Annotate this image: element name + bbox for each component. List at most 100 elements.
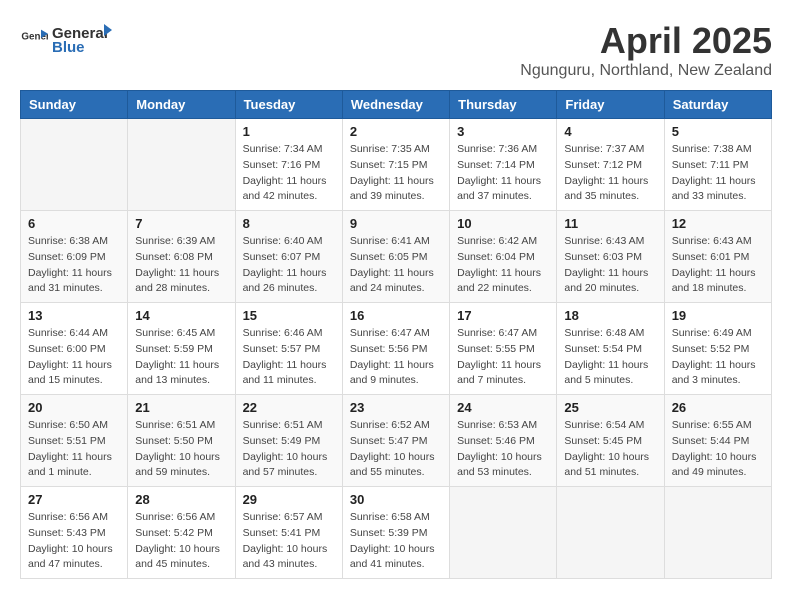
calendar-cell: 7 Sunrise: 6:39 AMSunset: 6:08 PMDaylight… — [128, 211, 235, 303]
logo-svg: General Blue — [52, 20, 112, 56]
calendar-cell: 13Sunrise: 6:44 AMSunset: 6:00 PMDayligh… — [21, 303, 128, 395]
day-number: 15 — [243, 308, 335, 323]
calendar-cell: 18Sunrise: 6:48 AMSunset: 5:54 PMDayligh… — [557, 303, 664, 395]
day-number: 7 — [135, 216, 227, 231]
calendar-cell: 2 Sunrise: 7:35 AMSunset: 7:15 PMDaylight… — [342, 119, 449, 211]
calendar-cell: 9 Sunrise: 6:41 AMSunset: 6:05 PMDaylight… — [342, 211, 449, 303]
day-number: 14 — [135, 308, 227, 323]
calendar-cell — [664, 487, 771, 579]
calendar-cell: 27 Sunrise: 6:56 AMSunset: 5:43 PMDayligh… — [21, 487, 128, 579]
title-area: April 2025 Ngunguru, Northland, New Zeal… — [520, 20, 772, 80]
calendar-cell: 19 Sunrise: 6:49 AMSunset: 5:52 PMDayligh… — [664, 303, 771, 395]
day-detail: Sunrise: 7:37 AMSunset: 7:12 PMDaylight:… — [564, 142, 656, 205]
day-detail: Sunrise: 6:38 AMSunset: 6:09 PMDaylight:… — [28, 234, 120, 297]
day-number: 10 — [457, 216, 549, 231]
calendar-cell — [21, 119, 128, 211]
calendar-cell: 24Sunrise: 6:53 AMSunset: 5:46 PMDayligh… — [450, 395, 557, 487]
day-detail: Sunrise: 6:42 AMSunset: 6:04 PMDaylight:… — [457, 234, 549, 297]
day-detail: Sunrise: 6:51 AMSunset: 5:49 PMDaylight:… — [243, 418, 335, 481]
day-number: 5 — [672, 124, 764, 139]
day-number: 9 — [350, 216, 442, 231]
day-number: 22 — [243, 400, 335, 415]
calendar-header-row: SundayMondayTuesdayWednesdayThursdayFrid… — [21, 91, 772, 119]
calendar-cell: 26Sunrise: 6:55 AMSunset: 5:44 PMDayligh… — [664, 395, 771, 487]
calendar-cell: 30 Sunrise: 6:58 AMSunset: 5:39 PMDayligh… — [342, 487, 449, 579]
calendar-cell: 5 Sunrise: 7:38 AMSunset: 7:11 PMDaylight… — [664, 119, 771, 211]
day-number: 27 — [28, 492, 120, 507]
day-detail: Sunrise: 7:36 AMSunset: 7:14 PMDaylight:… — [457, 142, 549, 205]
calendar-cell: 11Sunrise: 6:43 AMSunset: 6:03 PMDayligh… — [557, 211, 664, 303]
day-number: 17 — [457, 308, 549, 323]
day-number: 12 — [672, 216, 764, 231]
weekday-header: Thursday — [450, 91, 557, 119]
day-number: 13 — [28, 308, 120, 323]
day-detail: Sunrise: 6:54 AMSunset: 5:45 PMDaylight:… — [564, 418, 656, 481]
weekday-header: Sunday — [21, 91, 128, 119]
day-number: 16 — [350, 308, 442, 323]
day-number: 21 — [135, 400, 227, 415]
day-number: 1 — [243, 124, 335, 139]
day-detail: Sunrise: 6:49 AMSunset: 5:52 PMDaylight:… — [672, 326, 764, 389]
calendar-cell: 16 Sunrise: 6:47 AMSunset: 5:56 PMDayligh… — [342, 303, 449, 395]
day-number: 28 — [135, 492, 227, 507]
logo: General General Blue — [20, 20, 112, 56]
calendar-cell — [128, 119, 235, 211]
day-detail: Sunrise: 6:53 AMSunset: 5:46 PMDaylight:… — [457, 418, 549, 481]
day-detail: Sunrise: 7:38 AMSunset: 7:11 PMDaylight:… — [672, 142, 764, 205]
day-detail: Sunrise: 6:56 AMSunset: 5:42 PMDaylight:… — [135, 510, 227, 573]
calendar-cell: 3 Sunrise: 7:36 AMSunset: 7:14 PMDaylight… — [450, 119, 557, 211]
calendar-cell: 6Sunrise: 6:38 AMSunset: 6:09 PMDaylight… — [21, 211, 128, 303]
calendar-cell: 28 Sunrise: 6:56 AMSunset: 5:42 PMDayligh… — [128, 487, 235, 579]
day-number: 2 — [350, 124, 442, 139]
logo-icon: General — [20, 24, 48, 52]
calendar-week-row: 20Sunrise: 6:50 AMSunset: 5:51 PMDayligh… — [21, 395, 772, 487]
svg-text:Blue: Blue — [52, 39, 85, 56]
day-detail: Sunrise: 6:43 AMSunset: 6:01 PMDaylight:… — [672, 234, 764, 297]
calendar-cell: 12 Sunrise: 6:43 AMSunset: 6:01 PMDayligh… — [664, 211, 771, 303]
day-number: 4 — [564, 124, 656, 139]
day-detail: Sunrise: 6:58 AMSunset: 5:39 PMDaylight:… — [350, 510, 442, 573]
weekday-header: Friday — [557, 91, 664, 119]
day-detail: Sunrise: 6:43 AMSunset: 6:03 PMDaylight:… — [564, 234, 656, 297]
calendar-cell: 17 Sunrise: 6:47 AMSunset: 5:55 PMDayligh… — [450, 303, 557, 395]
calendar-cell: 14Sunrise: 6:45 AMSunset: 5:59 PMDayligh… — [128, 303, 235, 395]
calendar-cell: 23Sunrise: 6:52 AMSunset: 5:47 PMDayligh… — [342, 395, 449, 487]
day-detail: Sunrise: 6:47 AMSunset: 5:56 PMDaylight:… — [350, 326, 442, 389]
day-detail: Sunrise: 6:50 AMSunset: 5:51 PMDaylight:… — [28, 418, 120, 481]
calendar-week-row: 13Sunrise: 6:44 AMSunset: 6:00 PMDayligh… — [21, 303, 772, 395]
day-detail: Sunrise: 6:47 AMSunset: 5:55 PMDaylight:… — [457, 326, 549, 389]
day-number: 18 — [564, 308, 656, 323]
day-detail: Sunrise: 6:46 AMSunset: 5:57 PMDaylight:… — [243, 326, 335, 389]
day-detail: Sunrise: 6:39 AMSunset: 6:08 PMDaylight:… — [135, 234, 227, 297]
day-number: 30 — [350, 492, 442, 507]
calendar-cell: 25 Sunrise: 6:54 AMSunset: 5:45 PMDayligh… — [557, 395, 664, 487]
day-detail: Sunrise: 7:34 AMSunset: 7:16 PMDaylight:… — [243, 142, 335, 205]
day-detail: Sunrise: 6:51 AMSunset: 5:50 PMDaylight:… — [135, 418, 227, 481]
day-number: 25 — [564, 400, 656, 415]
day-detail: Sunrise: 7:35 AMSunset: 7:15 PMDaylight:… — [350, 142, 442, 205]
calendar-cell — [450, 487, 557, 579]
day-detail: Sunrise: 6:40 AMSunset: 6:07 PMDaylight:… — [243, 234, 335, 297]
day-number: 19 — [672, 308, 764, 323]
day-number: 3 — [457, 124, 549, 139]
page-subtitle: Ngunguru, Northland, New Zealand — [520, 62, 772, 80]
weekday-header: Saturday — [664, 91, 771, 119]
calendar-cell: 22 Sunrise: 6:51 AMSunset: 5:49 PMDayligh… — [235, 395, 342, 487]
calendar-week-row: 27 Sunrise: 6:56 AMSunset: 5:43 PMDayligh… — [21, 487, 772, 579]
calendar-cell: 29Sunrise: 6:57 AMSunset: 5:41 PMDayligh… — [235, 487, 342, 579]
day-number: 8 — [243, 216, 335, 231]
calendar-cell: 4 Sunrise: 7:37 AMSunset: 7:12 PMDaylight… — [557, 119, 664, 211]
weekday-header: Monday — [128, 91, 235, 119]
day-detail: Sunrise: 6:57 AMSunset: 5:41 PMDaylight:… — [243, 510, 335, 573]
weekday-header: Tuesday — [235, 91, 342, 119]
calendar-cell: 10 Sunrise: 6:42 AMSunset: 6:04 PMDayligh… — [450, 211, 557, 303]
calendar-cell: 15 Sunrise: 6:46 AMSunset: 5:57 PMDayligh… — [235, 303, 342, 395]
day-detail: Sunrise: 6:56 AMSunset: 5:43 PMDaylight:… — [28, 510, 120, 573]
day-detail: Sunrise: 6:41 AMSunset: 6:05 PMDaylight:… — [350, 234, 442, 297]
calendar-week-row: 6Sunrise: 6:38 AMSunset: 6:09 PMDaylight… — [21, 211, 772, 303]
calendar-cell — [557, 487, 664, 579]
page-title: April 2025 — [520, 20, 772, 62]
calendar-cell: 1 Sunrise: 7:34 AMSunset: 7:16 PMDaylight… — [235, 119, 342, 211]
day-number: 23 — [350, 400, 442, 415]
calendar-week-row: 1 Sunrise: 7:34 AMSunset: 7:16 PMDaylight… — [21, 119, 772, 211]
